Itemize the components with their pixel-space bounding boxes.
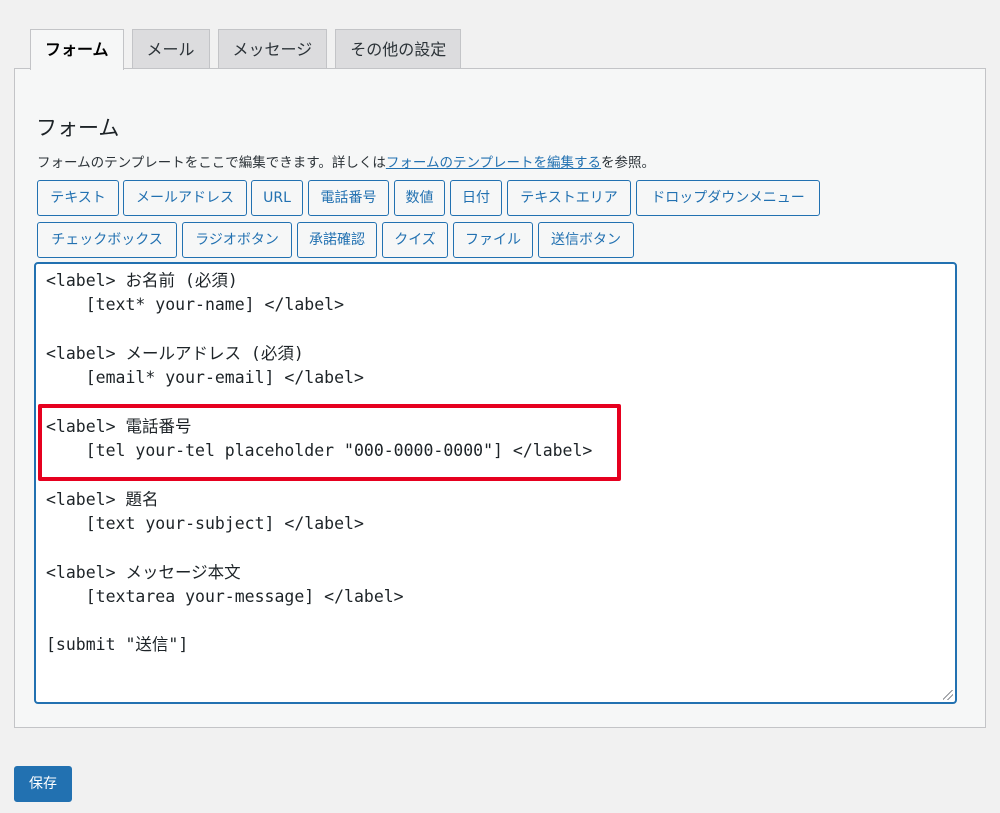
tab-form[interactable]: フォーム	[30, 29, 124, 70]
form-template-editor[interactable]: <label> お名前 (必須) [text* your-name] </lab…	[34, 262, 957, 704]
tag-button-radio[interactable]: ラジオボタン	[182, 222, 292, 258]
tag-button-tel[interactable]: 電話番号	[308, 180, 389, 216]
tag-button-quiz[interactable]: クイズ	[382, 222, 448, 258]
tag-button-acceptance[interactable]: 承諾確認	[297, 222, 377, 258]
panel-description: フォームのテンプレートをここで編集できます。詳しくはフォームのテンプレートを編集…	[37, 151, 655, 171]
tab-messages[interactable]: メッセージ	[217, 29, 328, 69]
tag-button-email[interactable]: メールアドレス	[123, 180, 247, 216]
description-text: フォームのテンプレートをここで編集できます。詳しくは	[37, 155, 386, 171]
tab-additional-settings[interactable]: その他の設定	[335, 29, 462, 69]
edit-template-link[interactable]: フォームのテンプレートを編集する	[386, 155, 601, 171]
tab-mail[interactable]: メール	[131, 29, 210, 69]
tag-button-submit[interactable]: 送信ボタン	[538, 222, 634, 258]
tag-button-url[interactable]: URL	[251, 180, 303, 216]
resize-handle-icon[interactable]	[943, 690, 953, 700]
tag-button-textarea[interactable]: テキストエリア	[507, 180, 631, 216]
form-panel: フォーム フォームのテンプレートをここで編集できます。詳しくはフォームのテンプレ…	[14, 68, 986, 728]
save-button[interactable]: 保存	[14, 766, 72, 802]
tag-button-text[interactable]: テキスト	[37, 180, 119, 216]
tag-button-date[interactable]: 日付	[450, 180, 502, 216]
tag-button-file[interactable]: ファイル	[453, 222, 533, 258]
description-suffix: を参照。	[601, 155, 656, 171]
form-template-code[interactable]: <label> お名前 (必須) [text* your-name] </lab…	[46, 269, 592, 658]
panel-title: フォーム	[36, 116, 120, 140]
tag-button-checkbox[interactable]: チェックボックス	[37, 222, 177, 258]
tab-bar: フォーム メール メッセージ その他の設定	[30, 29, 462, 70]
tag-button-number[interactable]: 数値	[394, 180, 445, 216]
tag-button-select[interactable]: ドロップダウンメニュー	[636, 180, 820, 216]
